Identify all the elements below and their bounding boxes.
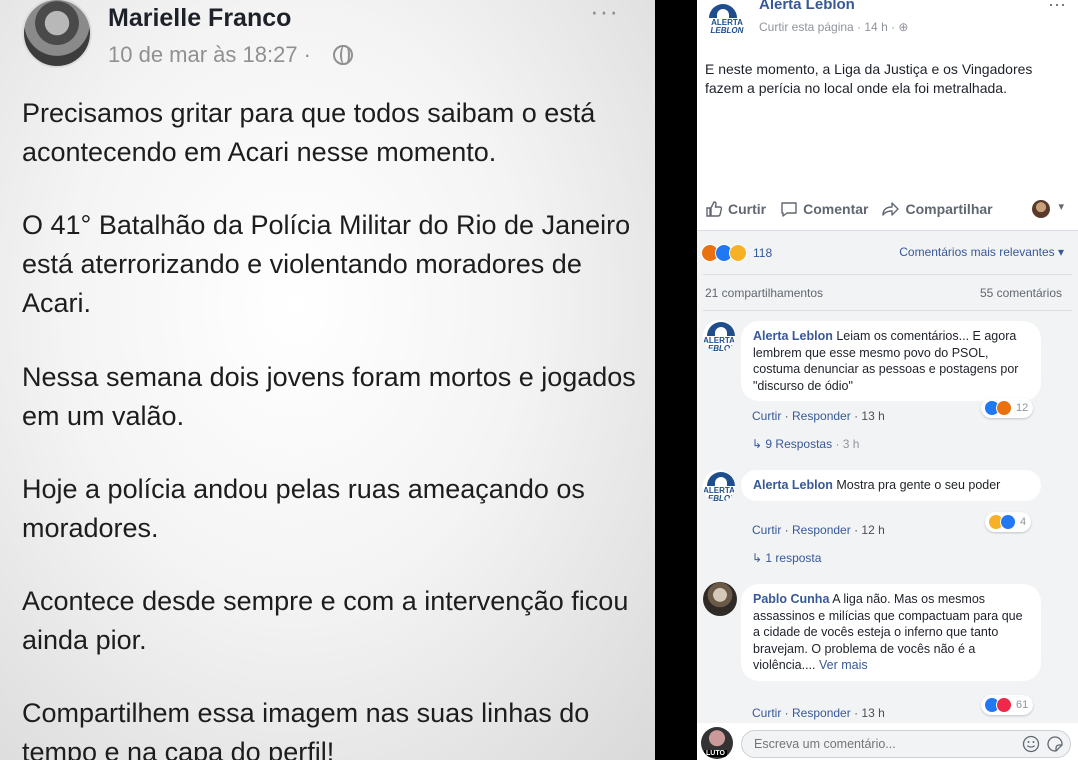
more-options-icon[interactable]: ··· [1048,0,1066,15]
more-options-icon: ··· [590,0,619,26]
page-name[interactable]: Alerta Leblon [759,0,855,13]
post-subline: Curtir esta página · 14 h · ⊕ [759,20,908,34]
comment-sort-dropdown[interactable]: Comentários mais relevantes ▾ [899,245,1064,259]
post-paragraph: Acontece desde sempre e com a intervençã… [22,586,629,655]
commenter-avatar[interactable]: ALERTA LEBLON [703,320,735,352]
share-button[interactable]: Compartilhar [882,200,993,218]
view-replies-link[interactable]: ↳ 1 resposta [752,551,821,565]
post-date: 10 de mar às 18:27 · [108,42,312,67]
reply-arrow-icon: ↳ [752,437,763,451]
like-page-link[interactable]: Curtir esta página · 14 h · [759,20,898,34]
post-as-avatar[interactable] [1032,200,1050,218]
comment-reply-link[interactable]: Responder [792,523,851,537]
comment-meta: Curtir · Responder · 13 h [752,706,885,720]
comment-time[interactable]: 13 h [861,706,884,720]
globe-icon [333,45,353,65]
alerta-leblon-logo-icon: ALERTA LEBLON [703,470,735,502]
post-text: E neste momento, a Liga da Justiça e os … [705,61,1033,96]
view-replies-link[interactable]: ↳ 9 Respostas · 3 h [752,437,859,451]
chevron-down-icon[interactable]: ▾ [1058,200,1064,213]
comment-meta: Curtir · Responder · 13 h [752,409,885,423]
post-paragraph: Nessa semana dois jovens foram mortos e … [22,362,636,431]
thumbs-up-icon [706,201,723,217]
alerta-leblon-logo-icon: ALERTA LEBLON [705,2,749,46]
post-paragraph: Precisamos gritar para que todos saibam … [22,98,596,167]
comment-like-link[interactable]: Curtir [752,523,781,537]
post-paragraph: Hoje a polícia andou pelas ruas ameaçand… [22,474,585,543]
alerta-leblon-logo-icon: ALERTA LEBLON [703,320,735,352]
haha-reaction-icon [729,244,747,262]
divider [703,274,1072,275]
comment-time[interactable]: 12 h [861,523,884,537]
comment-reply-link[interactable]: Responder [792,706,851,720]
comment-time[interactable]: 13 h [861,409,884,423]
comment-bubble: Alerta Leblon Leiam os comentários... E … [741,321,1041,401]
globe-icon: ⊕ [898,20,909,34]
commenter-avatar[interactable]: ALERTA LEBLON [703,470,735,502]
like-reaction-icon [1000,514,1016,530]
commenter-avatar[interactable] [703,582,737,616]
post-paragraph: Compartilhem essa imagem nas suas linhas… [22,698,590,760]
comment-bubble: Pablo Cunha A liga não. Mas os mesmos as… [741,584,1041,681]
see-more-link[interactable]: Ver mais [819,658,868,672]
divider [703,310,1072,311]
sticker-icon[interactable] [1046,735,1064,753]
post-paragraph: O 41° Batalhão da Polícia Militar do Rio… [22,210,631,318]
composer-icons [1022,735,1064,753]
comment-button[interactable]: Comentar [780,200,868,218]
commenter-name[interactable]: Alerta Leblon [753,329,833,343]
commenter-name[interactable]: Alerta Leblon [753,478,833,492]
reactions-count: 118 [753,246,773,260]
commenter-name[interactable]: Pablo Cunha [753,592,829,606]
comment-meta: Curtir · Responder · 12 h [752,523,885,537]
comments-count[interactable]: 55 comentários [980,286,1062,300]
comment-text: Mostra pra gente o seu poder [836,478,1001,492]
shares-count[interactable]: 21 compartilhamentos [705,286,823,300]
shared-post-image: Marielle Franco 10 de mar às 18:27 · ···… [0,0,655,760]
emoji-icon[interactable] [1022,735,1040,753]
post-panel: ALERTA LEBLON Alerta Leblon Curtir esta … [697,0,1078,760]
reactions-summary[interactable]: 118 [701,243,772,263]
reply-arrow-icon: ↳ [752,551,763,565]
comment-reply-link[interactable]: Responder [792,409,851,423]
love-reaction-icon [996,697,1012,713]
action-bar: Curtir Comentar Compartilhar ▾ [705,196,1070,222]
comment-like-link[interactable]: Curtir [752,706,781,720]
comment-reactions[interactable]: 4 [985,512,1032,532]
comment-like-link[interactable]: Curtir [752,409,781,423]
page-avatar[interactable]: ALERTA LEBLON [705,2,749,46]
comment-reactions[interactable]: 61 [981,695,1034,715]
author-name: Marielle Franco [108,4,292,32]
comment-bubble: Alerta Leblon Mostra pra gente o seu pod… [741,470,1041,501]
comment-reactions[interactable]: 12 [981,398,1034,418]
share-icon [882,202,900,216]
comment-composer: LUTO [697,723,1078,760]
angry-reaction-icon [996,400,1012,416]
author-avatar [22,0,92,68]
user-avatar: LUTO [701,727,733,759]
like-button[interactable]: Curtir [705,200,766,218]
comment-icon [781,202,797,217]
